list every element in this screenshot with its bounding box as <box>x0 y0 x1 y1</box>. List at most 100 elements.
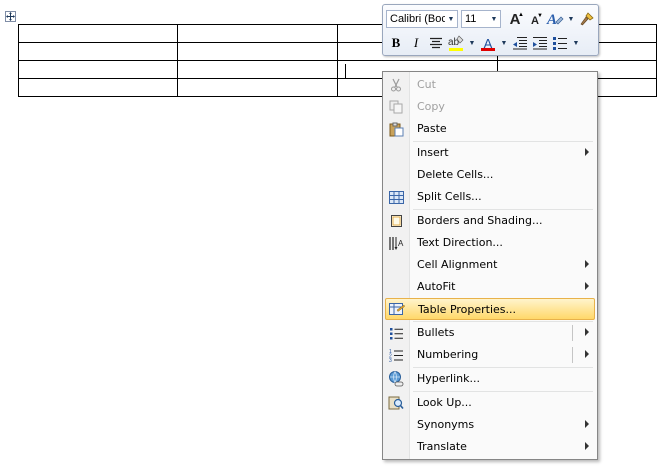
italic-icon: I <box>413 35 419 50</box>
menu-item-label: Synonyms <box>417 418 475 431</box>
highlight-color-bar <box>449 48 463 51</box>
submenu-arrow-icon[interactable] <box>585 328 589 336</box>
menu-item-split-cells[interactable]: Split Cells... <box>385 186 595 208</box>
table-cell[interactable] <box>177 24 338 43</box>
arrow-down-icon: ▼ <box>537 13 543 19</box>
svg-text:A: A <box>398 239 404 248</box>
font-size-combo[interactable]: 11 ▼ <box>461 10 501 28</box>
table-cell[interactable] <box>177 60 338 79</box>
menu-item-translate[interactable]: Translate <box>385 436 595 458</box>
menu-item-synonyms[interactable]: Synonyms <box>385 414 595 436</box>
menu-item-label: Look Up... <box>417 396 472 409</box>
styles-dropdown[interactable]: ▼ <box>565 9 577 29</box>
center-button[interactable] <box>426 33 446 53</box>
copy-icon <box>385 96 407 118</box>
italic-button[interactable]: I <box>406 33 426 53</box>
menu-item-label: Insert <box>417 146 449 159</box>
text-direction-icon: A <box>385 232 407 254</box>
submenu-arrow-icon <box>585 420 589 428</box>
highlight-dropdown[interactable]: ▼ <box>466 33 478 53</box>
font-color-button[interactable]: A <box>478 33 498 53</box>
menu-item-bullets[interactable]: Bullets <box>385 322 595 344</box>
table-cell[interactable] <box>18 24 178 43</box>
menu-item-autofit[interactable]: AutoFit <box>385 276 595 298</box>
chevron-down-icon: ▼ <box>567 15 575 23</box>
hyperlink-icon <box>385 368 407 390</box>
font-name-combo[interactable]: Calibri (Boc ▼ <box>386 10 458 28</box>
decrease-indent-icon <box>513 37 527 50</box>
mini-toolbar-row-2: B I ab ▼ A ▼ ▼ <box>386 32 582 54</box>
font-color-bar <box>481 48 495 51</box>
styles-icon: A <box>546 12 564 28</box>
svg-text:A: A <box>546 12 557 28</box>
menu-item-label: Table Properties... <box>418 303 517 316</box>
menu-item-look-up[interactable]: Look Up... <box>385 392 595 414</box>
menu-item-table-properties[interactable]: Table Properties... <box>385 298 595 320</box>
menu-item-label: AutoFit <box>417 280 456 293</box>
bullets-icon <box>385 322 407 344</box>
menu-item-paste[interactable]: Paste <box>385 118 595 140</box>
borders-icon <box>385 210 407 232</box>
highlight-button[interactable]: ab <box>446 33 466 53</box>
shrink-font-button[interactable]: A ▼ <box>525 9 545 29</box>
svg-text:3: 3 <box>389 358 392 362</box>
font-name-value: Calibri (Boc <box>390 13 445 25</box>
table-cell[interactable] <box>18 78 178 97</box>
bold-icon: B <box>391 35 401 50</box>
split-separator <box>572 347 573 363</box>
bold-button[interactable]: B <box>386 33 406 53</box>
menu-item-cell-alignment[interactable]: Cell Alignment <box>385 254 595 276</box>
submenu-arrow-icon[interactable] <box>585 350 589 358</box>
bullets-button[interactable] <box>550 33 570 53</box>
scissors-icon <box>385 74 407 96</box>
table-cell[interactable] <box>177 42 338 61</box>
menu-item-cut[interactable]: Cut <box>385 74 595 96</box>
menu-item-numbering[interactable]: 123 Numbering <box>385 344 595 366</box>
table-cell[interactable] <box>18 42 178 61</box>
decrease-indent-button[interactable] <box>510 33 530 53</box>
menu-item-borders-and-shading[interactable]: Borders and Shading... <box>385 210 595 232</box>
arrow-up-icon: ▲ <box>518 12 524 18</box>
table-cell[interactable] <box>177 78 338 97</box>
format-painter-icon <box>580 12 594 26</box>
move-arrows-icon <box>6 12 15 21</box>
font-size-value: 11 <box>465 13 477 25</box>
styles-button[interactable]: A <box>545 9 565 29</box>
mini-toolbar: Calibri (Boc ▼ 11 ▼ A ▲ A ▼ A ▼ B I ab ▼… <box>382 4 599 56</box>
chevron-down-icon[interactable]: ▼ <box>445 11 457 27</box>
submenu-arrow-icon <box>585 260 589 268</box>
text-caret <box>345 64 346 78</box>
chevron-down-icon[interactable]: ▼ <box>488 11 500 27</box>
center-icon <box>430 37 442 49</box>
menu-item-insert[interactable]: Insert <box>385 142 595 164</box>
split-separator <box>572 325 573 341</box>
bullets-dropdown[interactable]: ▼ <box>570 33 582 53</box>
chevron-down-icon: ▼ <box>500 39 508 47</box>
look-up-icon <box>385 392 407 414</box>
context-menu: Cut Copy Paste Insert Delete Cells... Sp… <box>382 71 598 460</box>
menu-item-text-direction[interactable]: A Text Direction... <box>385 232 595 254</box>
table-move-handle[interactable] <box>5 11 16 22</box>
paste-icon <box>385 118 407 140</box>
menu-item-copy[interactable]: Copy <box>385 96 595 118</box>
submenu-arrow-icon <box>585 282 589 290</box>
menu-item-label: Bullets <box>417 326 455 339</box>
mini-toolbar-row-1: Calibri (Boc ▼ 11 ▼ A ▲ A ▼ A ▼ <box>386 8 597 30</box>
table-properties-icon <box>386 298 408 320</box>
menu-item-label: Paste <box>417 122 447 135</box>
menu-item-label: Translate <box>417 440 467 453</box>
table-cell[interactable] <box>18 60 178 79</box>
grow-font-button[interactable]: A ▲ <box>505 9 525 29</box>
format-painter-button[interactable] <box>577 9 597 29</box>
increase-indent-icon <box>533 37 547 50</box>
menu-item-label: Hyperlink... <box>417 372 480 385</box>
menu-item-label: Numbering <box>417 348 479 361</box>
menu-item-label: Split Cells... <box>417 190 482 203</box>
menu-item-delete-cells[interactable]: Delete Cells... <box>385 164 595 186</box>
menu-item-label: Cut <box>417 78 436 91</box>
font-color-dropdown[interactable]: ▼ <box>498 33 510 53</box>
menu-item-label: Copy <box>417 100 445 113</box>
menu-item-hyperlink[interactable]: Hyperlink... <box>385 368 595 390</box>
menu-item-label: Borders and Shading... <box>417 214 543 227</box>
increase-indent-button[interactable] <box>530 33 550 53</box>
